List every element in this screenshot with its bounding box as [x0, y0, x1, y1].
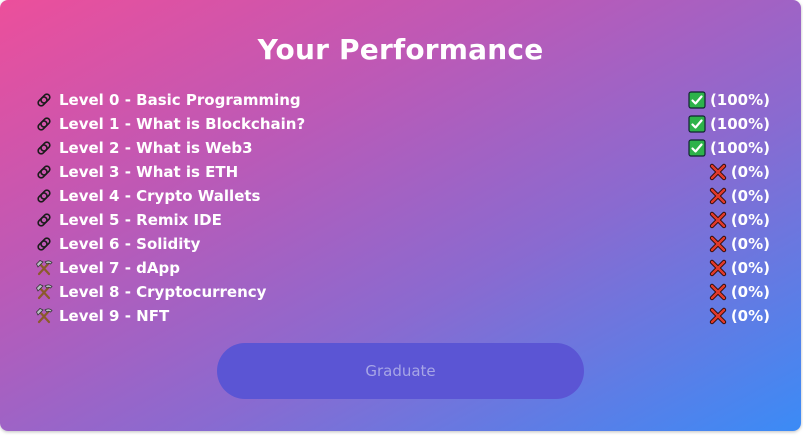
cross-icon — [709, 283, 727, 301]
check-icon — [688, 91, 706, 109]
level-label: Level 6 - Solidity — [59, 235, 201, 253]
performance-card: Your Performance Level 0 - Basic Program… — [0, 0, 801, 431]
level-label: Level 5 - Remix IDE — [59, 211, 222, 229]
level-percent: (100%) — [709, 115, 770, 133]
page-title: Your Performance — [257, 33, 544, 66]
paperclip-icon — [35, 211, 53, 229]
level-label: Level 7 - dApp — [59, 259, 180, 277]
level-row: Level 2 - What is Web3 (100%) — [35, 136, 770, 160]
level-percent: (0%) — [730, 163, 770, 181]
level-list: Level 0 - Basic Programming (100%) Level… — [35, 88, 770, 328]
level-percent: (100%) — [709, 139, 770, 157]
cross-icon — [709, 187, 727, 205]
level-percent: (0%) — [730, 259, 770, 277]
level-label: Level 9 - NFT — [59, 307, 170, 325]
level-label: Level 4 - Crypto Wallets — [59, 187, 261, 205]
check-icon — [688, 139, 706, 157]
level-row: Level 1 - What is Blockchain? (100%) — [35, 112, 770, 136]
level-row: Level 3 - What is ETH (0%) — [35, 160, 770, 184]
cross-icon — [709, 211, 727, 229]
level-label: Level 8 - Cryptocurrency — [59, 283, 267, 301]
check-icon — [688, 115, 706, 133]
paperclip-icon — [35, 115, 53, 133]
level-percent: (0%) — [730, 187, 770, 205]
level-row: Level 6 - Solidity (0%) — [35, 232, 770, 256]
paperclip-icon — [35, 139, 53, 157]
hammer-pick-icon — [35, 283, 53, 301]
level-percent: (0%) — [730, 307, 770, 325]
hammer-pick-icon — [35, 259, 53, 277]
cross-icon — [709, 259, 727, 277]
level-row: Level 0 - Basic Programming (100%) — [35, 88, 770, 112]
level-row: Level 5 - Remix IDE (0%) — [35, 208, 770, 232]
cross-icon — [709, 307, 727, 325]
level-percent: (0%) — [730, 211, 770, 229]
level-label: Level 0 - Basic Programming — [59, 91, 301, 109]
level-percent: (0%) — [730, 283, 770, 301]
level-row: Level 8 - Cryptocurrency (0%) — [35, 280, 770, 304]
cross-icon — [709, 163, 727, 181]
paperclip-icon — [35, 91, 53, 109]
paperclip-icon — [35, 235, 53, 253]
level-row: Level 9 - NFT (0%) — [35, 304, 770, 328]
level-label: Level 3 - What is ETH — [59, 163, 239, 181]
level-percent: (0%) — [730, 235, 770, 253]
cross-icon — [709, 235, 727, 253]
level-percent: (100%) — [709, 91, 770, 109]
graduate-button[interactable]: Graduate — [217, 343, 584, 399]
paperclip-icon — [35, 163, 53, 181]
level-row: Level 4 - Crypto Wallets (0%) — [35, 184, 770, 208]
level-label: Level 2 - What is Web3 — [59, 139, 253, 157]
level-label: Level 1 - What is Blockchain? — [59, 115, 306, 133]
paperclip-icon — [35, 187, 53, 205]
hammer-pick-icon — [35, 307, 53, 325]
level-row: Level 7 - dApp (0%) — [35, 256, 770, 280]
